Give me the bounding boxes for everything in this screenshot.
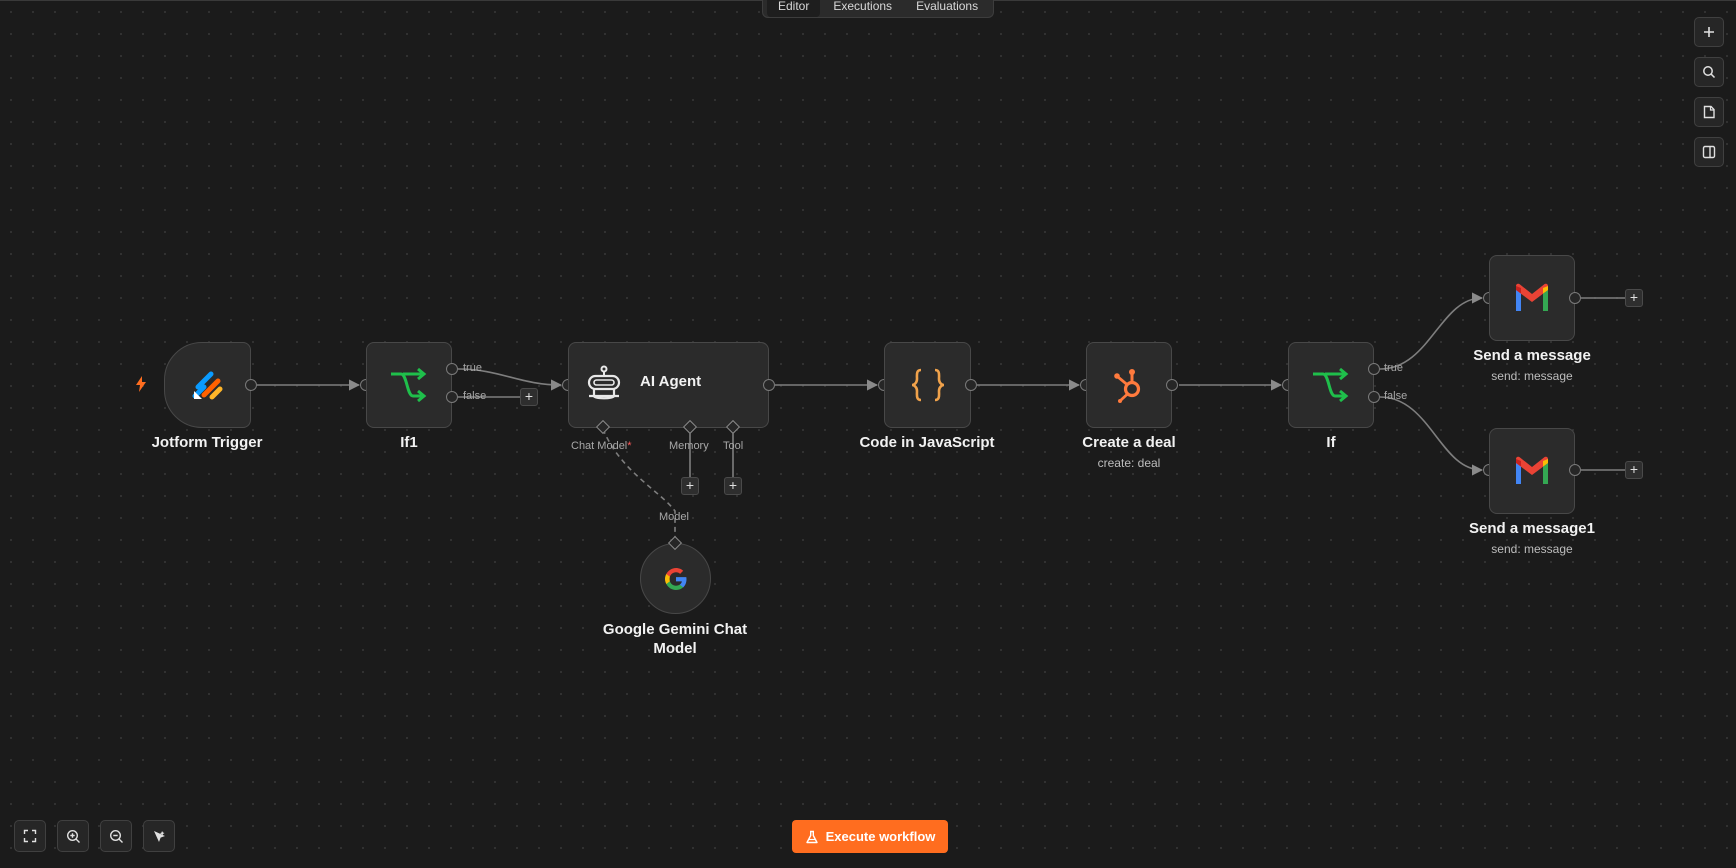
deal-subtitle: create: deal bbox=[1097, 456, 1161, 470]
ai-agent-title: AI Agent bbox=[640, 373, 702, 390]
node-google-gemini-chat-model[interactable] bbox=[640, 543, 711, 614]
send2-output-port[interactable] bbox=[1569, 464, 1581, 476]
deal-label: Create a deal bbox=[1082, 434, 1176, 451]
zoom-in-button[interactable] bbox=[57, 820, 89, 852]
code-label: Code in JavaScript bbox=[859, 434, 995, 451]
add-tool-button[interactable]: + bbox=[724, 477, 742, 495]
gemini-model-port-label: Model bbox=[659, 511, 689, 523]
google-icon bbox=[664, 567, 686, 590]
add-sticky-note-button[interactable] bbox=[1694, 97, 1724, 127]
required-marker: * bbox=[627, 440, 632, 452]
gemini-label-line1: Google Gemini Chat bbox=[602, 621, 748, 638]
if1-true-port[interactable] bbox=[446, 363, 458, 375]
memory-label: Memory bbox=[669, 440, 709, 452]
search-nodes-button[interactable] bbox=[1694, 57, 1724, 87]
node-jotform-trigger[interactable] bbox=[164, 342, 251, 428]
if-true-label: true bbox=[1384, 362, 1403, 374]
node-send-a-message1[interactable] bbox=[1489, 428, 1575, 514]
if-label: If bbox=[1326, 434, 1336, 451]
sticky-note-icon bbox=[1703, 105, 1715, 119]
ai-agent-output-port[interactable] bbox=[763, 379, 775, 391]
gmail-icon bbox=[1516, 283, 1548, 311]
send1-subtitle: send: message bbox=[1491, 369, 1573, 383]
node-create-a-deal[interactable] bbox=[1086, 342, 1172, 428]
fit-view-icon bbox=[23, 829, 37, 843]
node-if1[interactable] bbox=[366, 342, 452, 428]
node-ai-agent[interactable]: AI Agent bbox=[568, 342, 769, 428]
panel-icon bbox=[1702, 145, 1716, 159]
send1-label: Send a message bbox=[1473, 347, 1591, 364]
gemini-label-line2: Model bbox=[653, 640, 697, 657]
send1-add-button[interactable]: + bbox=[1625, 289, 1643, 307]
if-false-port[interactable] bbox=[1368, 391, 1380, 403]
jotform-output-port[interactable] bbox=[245, 379, 257, 391]
jotform-trigger-label: Jotform Trigger bbox=[151, 434, 263, 451]
send1-output-port[interactable] bbox=[1569, 292, 1581, 304]
hubspot-icon bbox=[1114, 369, 1141, 403]
node-if[interactable] bbox=[1288, 342, 1374, 428]
chat-model-label: Chat Model* bbox=[571, 440, 632, 452]
node-send-a-message[interactable] bbox=[1489, 255, 1575, 341]
code-output-port[interactable] bbox=[965, 379, 977, 391]
if-branch-icon bbox=[391, 367, 427, 403]
if1-label: If1 bbox=[400, 434, 418, 451]
flask-icon bbox=[805, 830, 818, 843]
gmail-icon bbox=[1516, 456, 1548, 484]
tidy-up-icon bbox=[153, 830, 165, 842]
zoom-out-icon bbox=[109, 829, 123, 843]
send2-add-button[interactable]: + bbox=[1625, 461, 1643, 479]
send2-label: Send a message1 bbox=[1469, 520, 1595, 537]
toggle-panel-button[interactable] bbox=[1694, 137, 1724, 167]
zoom-out-button[interactable] bbox=[100, 820, 132, 852]
connection-if-false-send2 bbox=[1379, 396, 1484, 476]
zoom-in-icon bbox=[66, 829, 80, 843]
node-code-in-javascript[interactable] bbox=[884, 342, 971, 428]
add-memory-button[interactable]: + bbox=[681, 477, 699, 495]
if1-false-add-button[interactable]: + bbox=[520, 388, 538, 406]
execute-workflow-button[interactable]: Execute workflow bbox=[792, 820, 948, 853]
if1-true-label: true bbox=[463, 362, 482, 374]
view-tabs: Editor Executions Evaluations bbox=[762, 0, 995, 18]
if-false-label: false bbox=[1384, 390, 1408, 402]
tool-label: Tool bbox=[723, 440, 744, 452]
if1-false-label: false bbox=[463, 390, 487, 402]
deal-output-port[interactable] bbox=[1166, 379, 1178, 391]
fit-view-button[interactable] bbox=[14, 820, 46, 852]
if-branch-icon bbox=[1313, 367, 1349, 403]
search-icon bbox=[1703, 66, 1716, 79]
if1-false-port[interactable] bbox=[446, 391, 458, 403]
workflow-canvas[interactable]: Editor Executions Evaluations Jotform Tr… bbox=[0, 0, 1736, 867]
tab-evaluations[interactable]: Evaluations bbox=[905, 0, 989, 17]
robot-icon bbox=[587, 365, 621, 400]
lightning-icon bbox=[136, 376, 146, 392]
execute-workflow-label: Execute workflow bbox=[825, 829, 936, 844]
tab-executions[interactable]: Executions bbox=[822, 0, 903, 17]
send2-subtitle: send: message bbox=[1491, 542, 1573, 556]
if-true-port[interactable] bbox=[1368, 363, 1380, 375]
tab-editor[interactable]: Editor bbox=[767, 0, 821, 17]
add-node-button[interactable] bbox=[1694, 17, 1724, 47]
plus-icon bbox=[1704, 27, 1714, 37]
code-braces-icon bbox=[911, 368, 944, 402]
connection-if-true-send1 bbox=[1379, 292, 1484, 370]
jotform-icon bbox=[192, 371, 222, 400]
tidy-up-button[interactable] bbox=[143, 820, 175, 852]
